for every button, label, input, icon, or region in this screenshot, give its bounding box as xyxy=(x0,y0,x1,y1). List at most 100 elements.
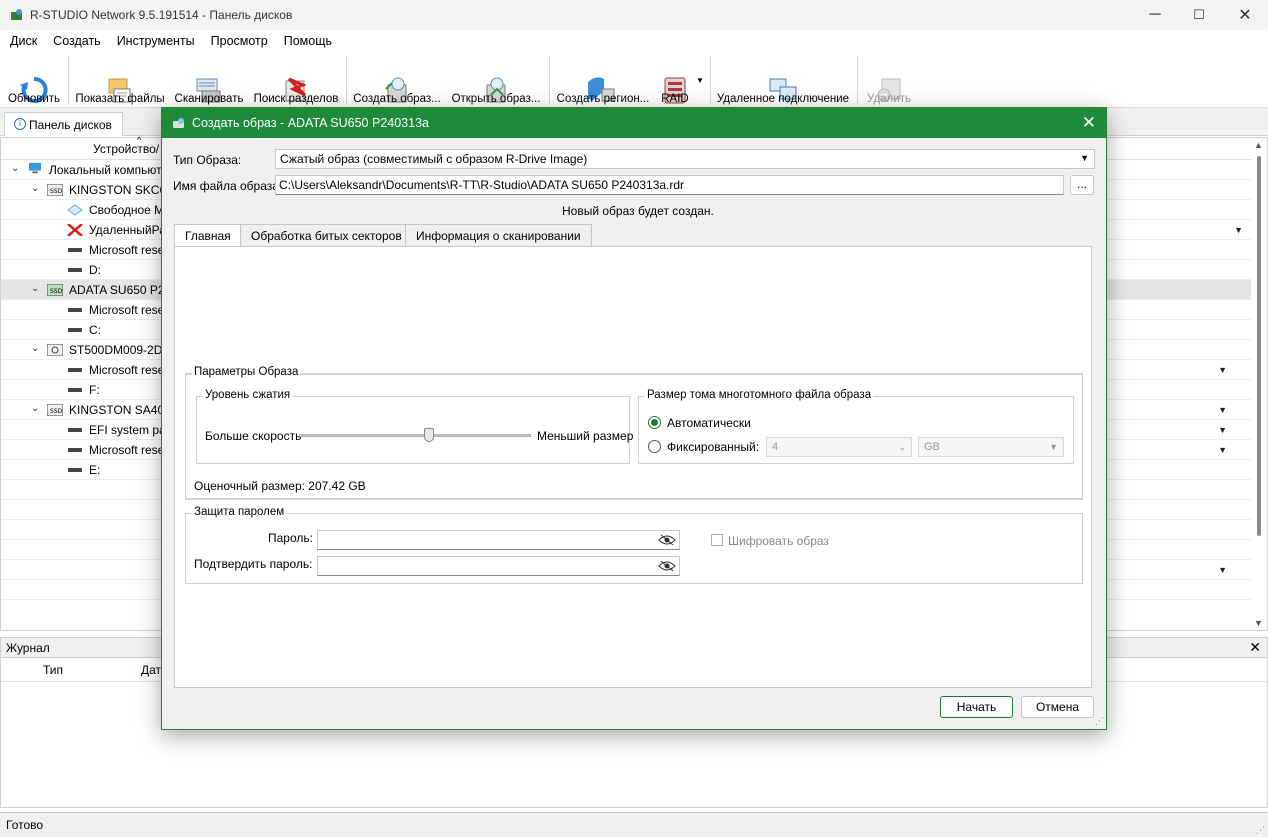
fixed-unit-select[interactable]: GB ▼ xyxy=(918,437,1064,457)
confirm-password-label: Подтвердить пароль: xyxy=(194,557,313,571)
compression-left-label: Больше скорость xyxy=(205,429,302,443)
chevron-down-icon: ⌄ xyxy=(898,442,906,452)
cancel-button[interactable]: Отмена xyxy=(1021,696,1094,718)
compression-group: Уровень сжатия Больше скорость Меньший р… xyxy=(196,389,633,464)
ssd-icon: SSD xyxy=(47,184,63,196)
dialog-app-icon xyxy=(173,118,184,128)
scroll-down-icon[interactable]: ▼ xyxy=(1254,618,1263,628)
open-image-button[interactable]: Открыть образ... xyxy=(450,54,542,108)
tab-scan-info[interactable]: Информация о сканировании xyxy=(405,224,592,246)
compression-slider-thumb[interactable] xyxy=(423,428,434,442)
tree-scrollbar[interactable]: ▲ ▼ xyxy=(1251,138,1267,630)
compression-slider-track[interactable] xyxy=(299,434,531,437)
dropdown-arrow-icon[interactable]: ▼ xyxy=(1234,225,1243,235)
column-device[interactable]: Устройство/ xyxy=(93,142,159,156)
auto-radio[interactable] xyxy=(648,416,661,429)
chevron-down-icon[interactable]: ⌄ xyxy=(31,183,39,194)
tab-disk-panel[interactable]: i Панель дисков xyxy=(4,112,123,136)
raid-button[interactable]: RAID xyxy=(656,54,694,108)
fixed-radio-label[interactable]: Фиксированный: xyxy=(667,440,759,454)
create-region-button[interactable]: Создать регион... xyxy=(556,54,650,108)
password-label: Пароль: xyxy=(268,531,313,545)
status-note: Новый образ будет создан. xyxy=(562,204,714,218)
resize-grip-icon[interactable]: ⋰ xyxy=(1095,716,1104,727)
menu-create[interactable]: Создать xyxy=(45,34,109,48)
dropdown-arrow-icon[interactable]: ▼ xyxy=(1218,565,1227,575)
app-icon xyxy=(11,9,22,20)
computer-icon xyxy=(29,162,41,174)
tab-main[interactable]: Главная xyxy=(174,224,242,247)
dialog-close-button[interactable]: ✕ xyxy=(1082,113,1096,133)
fixed-size-input[interactable]: 4 ⌄ xyxy=(766,437,912,457)
show-files-button[interactable]: Показать файлы xyxy=(75,54,165,108)
partition-icon xyxy=(68,428,82,432)
toolbar-separator xyxy=(346,56,347,104)
toolbar: Обновить Показать файлы Сканировать Поис… xyxy=(0,52,1268,108)
toolbar-separator xyxy=(857,56,858,104)
start-button[interactable]: Начать xyxy=(940,696,1013,718)
close-button[interactable]: ✕ xyxy=(1222,0,1268,30)
encrypt-label: Шифровать образ xyxy=(728,534,829,548)
file-name-input[interactable]: C:\Users\Aleksandr\Documents\R-TT\R-Stud… xyxy=(275,175,1064,195)
toolbar-separator xyxy=(68,56,69,104)
password-input[interactable] xyxy=(317,530,680,550)
image-params-group: Параметры Образа Уровень сжатия Больше с… xyxy=(185,366,1083,499)
menu-disk[interactable]: Диск xyxy=(2,34,45,48)
scrollbar-thumb[interactable] xyxy=(1257,156,1261,536)
auto-radio-label[interactable]: Автоматически xyxy=(667,416,751,430)
chevron-down-icon[interactable]: ⌄ xyxy=(31,283,39,294)
scan-button[interactable]: Сканировать xyxy=(172,54,246,108)
image-type-select[interactable]: Сжатый образ (совместимый с образом R-Dr… xyxy=(275,149,1095,169)
partition-icon xyxy=(68,328,82,332)
tab-bad-sectors[interactable]: Обработка битых секторов xyxy=(240,224,413,246)
free-space-icon xyxy=(67,204,83,216)
refresh-button[interactable]: Обновить xyxy=(6,54,62,108)
partition-icon xyxy=(68,368,82,372)
hdd-icon xyxy=(47,344,63,356)
confirm-password-input[interactable] xyxy=(317,556,680,576)
menu-tools[interactable]: Инструменты xyxy=(109,34,203,48)
chevron-down-icon: ▼ xyxy=(1080,153,1089,163)
volume-size-group: Размер тома многотомного файла образа Ав… xyxy=(638,389,1074,464)
ssd-icon: SSD xyxy=(47,284,63,296)
password-group: Защита паролем Пароль: Подтвердить парол… xyxy=(185,506,1083,584)
raid-dropdown-arrow-icon[interactable]: ▼ xyxy=(696,76,704,85)
eye-slash-icon[interactable] xyxy=(658,560,676,572)
dropdown-arrow-icon[interactable]: ▼ xyxy=(1218,365,1227,375)
dropdown-arrow-icon[interactable]: ▼ xyxy=(1218,405,1227,415)
scroll-up-icon[interactable]: ▲ xyxy=(1254,140,1263,150)
chevron-down-icon[interactable]: ⌄ xyxy=(31,403,39,414)
chevron-down-icon: ▼ xyxy=(1049,442,1058,452)
create-image-button[interactable]: Создать образ... xyxy=(352,54,442,108)
menu-view[interactable]: Просмотр xyxy=(203,34,276,48)
journal-close-icon[interactable]: ✕ xyxy=(1249,639,1261,656)
partition-icon xyxy=(68,248,82,252)
delete-button[interactable]: Удалить xyxy=(862,54,916,108)
encrypt-checkbox[interactable] xyxy=(711,534,723,546)
column-type[interactable]: Тип xyxy=(43,663,63,677)
deleted-partition-icon xyxy=(67,224,83,236)
dropdown-arrow-icon[interactable]: ▼ xyxy=(1218,445,1227,455)
find-partitions-button[interactable]: Поиск разделов xyxy=(253,54,339,108)
partition-icon xyxy=(68,448,82,452)
maximize-button[interactable]: ☐ xyxy=(1176,0,1222,30)
svg-text:SSD: SSD xyxy=(50,408,63,415)
dropdown-arrow-icon[interactable]: ▼ xyxy=(1218,425,1227,435)
resize-grip-icon[interactable]: ⋰ xyxy=(1256,825,1265,836)
svg-text:SSD: SSD xyxy=(50,188,63,195)
image-type-label: Тип Образа: xyxy=(173,153,242,167)
chevron-down-icon[interactable]: ⌄ xyxy=(11,163,19,174)
toolbar-separator xyxy=(549,56,550,104)
chevron-down-icon[interactable]: ⌄ xyxy=(31,343,39,354)
ssd-icon: SSD xyxy=(47,404,63,416)
fixed-radio[interactable] xyxy=(648,440,661,453)
browse-button[interactable]: ... xyxy=(1070,175,1094,195)
eye-slash-icon[interactable] xyxy=(658,534,676,546)
menu-help[interactable]: Помощь xyxy=(276,34,340,48)
partition-icon xyxy=(68,468,82,472)
window-title: R-STUDIO Network 9.5.191514 - Панель дис… xyxy=(30,8,293,22)
toolbar-separator xyxy=(710,56,711,104)
minimize-button[interactable]: ─ xyxy=(1132,0,1178,30)
remote-connection-button[interactable]: Удаленное подключение xyxy=(716,54,850,108)
status-bar: Готово ⋰ xyxy=(0,812,1268,837)
